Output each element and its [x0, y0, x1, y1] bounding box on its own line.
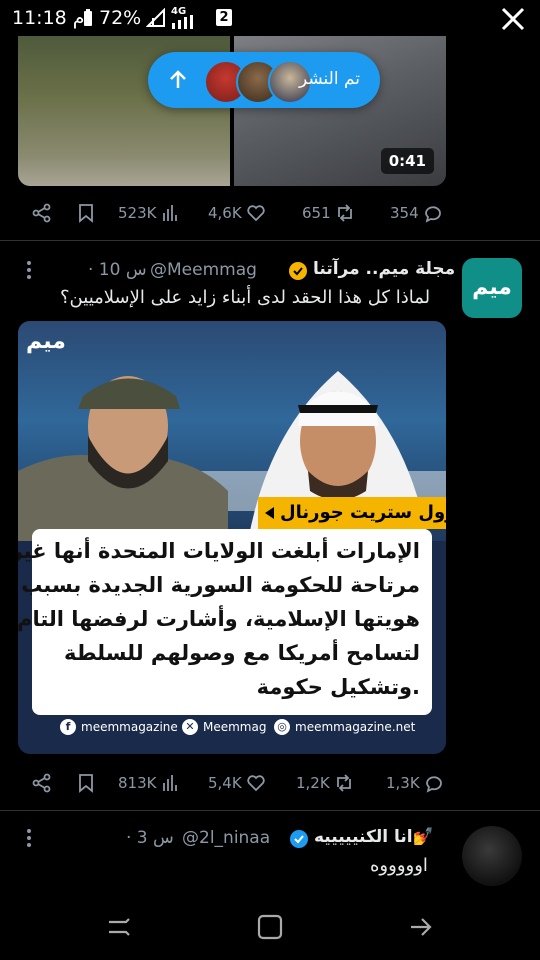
tweet2-actions: 813K 5,4K 1,2K 1,3K [0, 769, 540, 799]
posted-toast[interactable]: تم النشر [148, 52, 380, 108]
views-button[interactable]: 523K [118, 203, 180, 223]
tweet3-handle[interactable]: @2l_ninaa [182, 828, 270, 848]
like-button[interactable]: 5,4K [208, 773, 266, 793]
x-logo-icon[interactable] [500, 6, 526, 32]
views-button[interactable]: 813K [118, 773, 180, 793]
signal-icon [146, 8, 165, 27]
card-footer-x-text: Meemmag [203, 720, 267, 734]
reply-icon [424, 206, 441, 223]
card-source-label: وول ستريت جورنال [280, 502, 446, 523]
recent-apps-icon[interactable] [106, 914, 132, 940]
card-source-tag: وول ستريت جورنال [258, 497, 446, 529]
tweet2-text: لماذا كل هذا الحقد لدى أبناء زايد على ال… [60, 287, 431, 308]
card-footer-web: ◎ meemmagazine.net [274, 719, 415, 735]
reply-icon [425, 776, 442, 793]
status-time: 11:18 م [12, 7, 85, 29]
views-icon [163, 775, 178, 791]
bookmark-icon [79, 774, 93, 793]
status-bar: 11:18 م 72% 4G 2 [0, 0, 540, 36]
views-count: 523K [118, 204, 157, 222]
battery-icon [84, 9, 92, 26]
retweet-button[interactable]: 651 [302, 203, 355, 223]
system-nav-bar [0, 900, 540, 960]
card-footer-facebook-text: meemmagazine [81, 720, 178, 734]
card-footer-web-text: meemmagazine.net [295, 720, 416, 734]
share-icon [32, 203, 51, 223]
signal-bars-icon [172, 15, 193, 29]
card-footer-facebook: f meemmagazine [60, 719, 178, 735]
retweet-count: 651 [302, 204, 331, 222]
bookmark-button[interactable] [76, 203, 96, 223]
back-icon[interactable] [408, 914, 434, 940]
like-button[interactable]: 4,6K [208, 203, 266, 223]
like-count: 4,6K [208, 204, 242, 222]
heart-icon [247, 205, 265, 222]
reply-count: 354 [390, 204, 419, 222]
reply-button[interactable]: 354 [390, 203, 443, 223]
globe-icon: ◎ [274, 719, 290, 735]
share-button[interactable] [32, 773, 52, 793]
views-icon [163, 205, 178, 221]
bookmark-button[interactable] [76, 773, 96, 793]
card-line-4: لتسامح أمريكا مع وصولهم للسلطة [63, 641, 420, 665]
home-icon[interactable] [257, 914, 283, 940]
reply-button[interactable]: 1,3K [386, 773, 444, 793]
retweet-icon [336, 774, 351, 792]
card-line-1: الإمارات أبلغت الولايات المتحدة أنها غير [18, 539, 420, 563]
retweet-button[interactable]: 1,2K [296, 773, 354, 793]
toast-label: تم النشر [298, 69, 360, 89]
play-triangle-icon [265, 507, 274, 519]
more-options-icon[interactable] [26, 828, 32, 848]
card-text-box: الإمارات أبلغت الولايات المتحدة أنها غير… [18, 529, 432, 715]
arrow-up-icon [170, 70, 186, 88]
divider [0, 810, 540, 811]
card-footer-x: ✕ Meemmag [182, 719, 266, 735]
more-options-icon[interactable] [26, 260, 32, 280]
tweet2-handle[interactable]: @Meemmag [150, 260, 257, 280]
heart-icon [247, 775, 265, 792]
like-count: 5,4K [208, 774, 242, 792]
tweet2-time: · 10 س [88, 260, 147, 280]
x-social-icon: ✕ [182, 719, 198, 735]
card-line-3: هويتها الإسلامية، وأشارت لرفضها التام [18, 607, 420, 631]
tweet2-image[interactable]: ميم وول ستريت جورنال الإمارات أبلغت الول… [18, 321, 446, 754]
tweet3-avatar[interactable] [462, 826, 522, 886]
retweet-icon [337, 204, 352, 222]
tweet2-name[interactable]: مجلة ميم.. مرآتنا [313, 259, 455, 279]
verified-blue-icon [290, 830, 308, 848]
divider [0, 240, 540, 241]
share-button[interactable] [32, 203, 52, 223]
tweet2-avatar[interactable]: ميم [462, 258, 522, 318]
tweet3-name[interactable]: انا الكنيييييه💅 [314, 827, 434, 847]
card-line-2: مرتاحة للحكومة السورية الجديدة بسبب [21, 573, 420, 597]
facebook-icon: f [60, 719, 76, 735]
reply-count: 1,3K [386, 774, 420, 792]
card-person-left [18, 376, 228, 541]
views-count: 813K [118, 774, 157, 792]
card-logo: ميم [26, 329, 66, 354]
share-icon [32, 773, 51, 793]
retweet-count: 1,2K [296, 774, 330, 792]
video-duration: 0:41 [380, 148, 434, 174]
tweet3-time: · 3 س [126, 828, 174, 848]
bookmark-icon [79, 204, 93, 223]
tweet1-actions: 523K 4,6K 651 354 [0, 199, 540, 229]
card-line-5: وتشكيل حكومة. [256, 675, 420, 699]
tweet3-text: اوووووه [370, 855, 428, 876]
battery-percent: 72% [99, 7, 142, 29]
notification-badge: 2 [216, 9, 232, 26]
verified-gold-icon [289, 262, 307, 280]
